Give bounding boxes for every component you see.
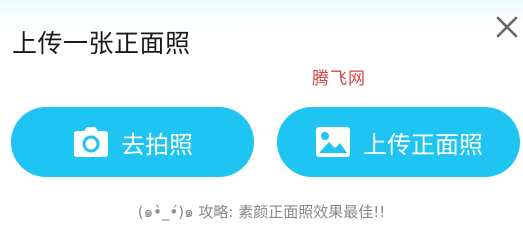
dialog-title: 上传一张正面照 [12,29,191,58]
upload-photo-dialog: 上传一张正面照 腾飞网 去拍照 上传正面照 (๑•̀_•́)๑ 攻略: 素颜正面… [0,0,523,247]
take-photo-label: 去拍照 [121,130,193,159]
tip-text: (๑•̀_•́)๑ 攻略: 素颜正面照效果最佳!! [137,203,386,221]
watermark-text: 腾飞网 [312,69,366,89]
upload-front-photo-label: 上传正面照 [363,130,483,159]
take-photo-button[interactable]: 去拍照 [11,107,254,177]
camera-icon [72,125,110,159]
upload-front-photo-button[interactable]: 上传正面照 [277,107,520,177]
image-icon [314,125,352,159]
close-icon[interactable] [494,14,520,40]
